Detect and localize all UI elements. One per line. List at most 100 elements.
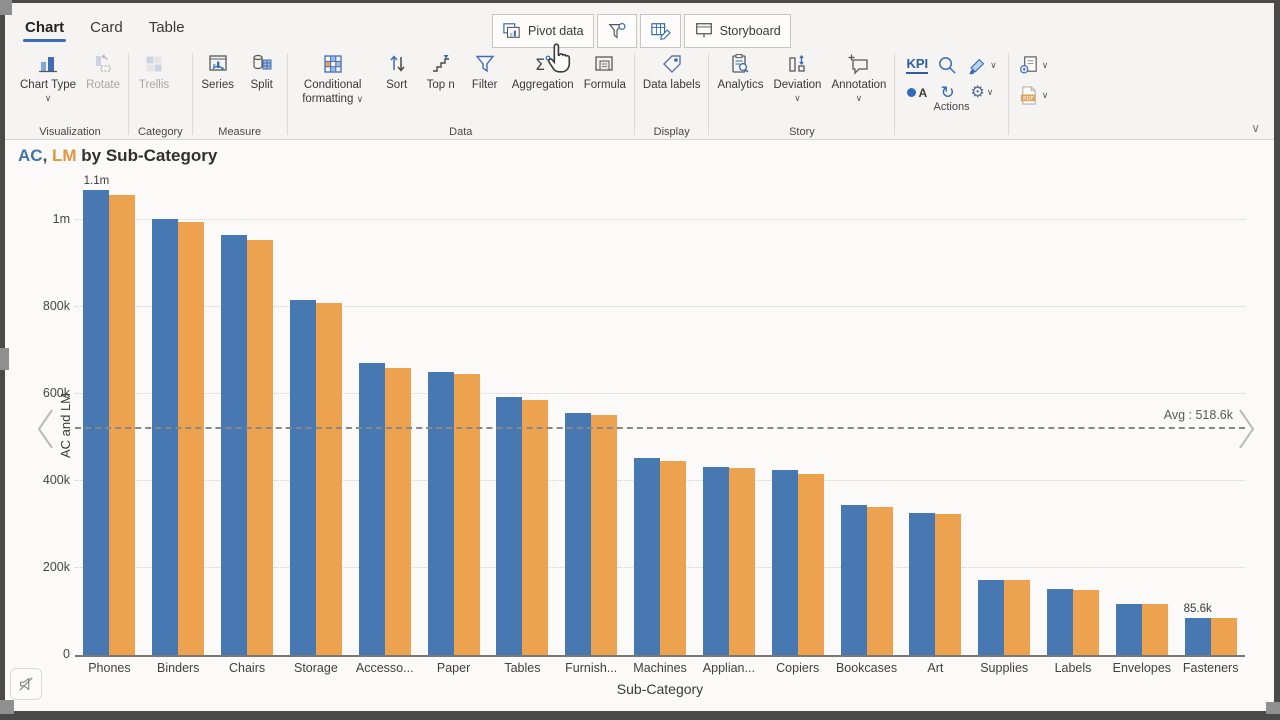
pivot-data-label: Pivot data <box>528 24 584 38</box>
x-axis-label: Copiers <box>763 661 832 675</box>
chevron-down-icon: ∨ <box>990 60 997 71</box>
chart-type-icon <box>37 52 59 76</box>
resize-handle-top-left[interactable] <box>0 0 12 15</box>
table-edit-icon <box>650 21 671 41</box>
settings-button[interactable]: ⚙ ∨ <box>970 85 993 101</box>
bar-lm-furnish[interactable] <box>591 415 617 655</box>
pivot-data-button[interactable]: Pivot data <box>492 14 594 48</box>
x-axis-labels: PhonesBindersChairsStorageAccesso...Pape… <box>75 661 1245 675</box>
bar-ac-binders[interactable] <box>152 219 178 655</box>
resize-handle-bottom-right[interactable] <box>1266 702 1280 714</box>
average-line-left-arrow[interactable] <box>34 406 56 452</box>
tab-table[interactable]: Table <box>147 17 187 42</box>
bar-ac-supplies[interactable] <box>978 580 1004 655</box>
aggregation-button[interactable]: Σ Aggregation <box>507 47 579 93</box>
formula-button[interactable]: Formula <box>579 47 631 93</box>
bar-lm-applian[interactable] <box>729 468 755 655</box>
bar-ac-phones[interactable] <box>83 190 109 655</box>
analytics-label: Analytics <box>717 79 763 93</box>
filter-label: Filter <box>472 79 498 93</box>
tab-chart[interactable]: Chart <box>23 17 66 42</box>
ribbon-collapse-chevron[interactable]: ∨ <box>1251 121 1260 135</box>
top-n-button[interactable]: Top n <box>419 47 463 93</box>
average-line[interactable] <box>75 427 1245 429</box>
bar-ac-labels[interactable] <box>1047 589 1073 655</box>
resize-handle-bottom-left[interactable] <box>0 700 14 714</box>
group-label-actions: Actions <box>898 101 1004 118</box>
bar-ac-storage[interactable] <box>290 300 316 655</box>
x-axis-label: Applian... <box>694 661 763 675</box>
pdf-label: PDF <box>1023 96 1033 102</box>
split-icon <box>251 52 273 76</box>
bar-ac-tables[interactable] <box>496 397 522 655</box>
bar-lm-art[interactable] <box>935 514 961 655</box>
chevron-down-icon: ∨ <box>794 94 801 103</box>
bar-group <box>901 180 970 655</box>
chart-type-button[interactable]: Chart Type ∨ <box>15 47 81 103</box>
bar-lm-tables[interactable] <box>522 400 548 655</box>
rotate-button[interactable]: Rotate <box>81 47 125 93</box>
tab-card[interactable]: Card <box>88 17 125 42</box>
y-tick-label: 0 <box>63 647 70 661</box>
y-tick-label: 400k <box>43 473 70 487</box>
edit-data-button[interactable] <box>640 14 681 48</box>
average-line-right-arrow[interactable] <box>1236 406 1258 452</box>
series-button[interactable]: Series <box>196 47 240 93</box>
refresh-button[interactable]: ↻ <box>940 84 954 101</box>
plot-area: 1.1m85.6k Avg : 518.6k <box>75 180 1245 657</box>
storyboard-button[interactable]: Storyboard <box>684 14 791 48</box>
bar-ac-chairs[interactable] <box>221 235 247 655</box>
resize-handle-mid-left[interactable] <box>0 348 9 370</box>
bar-group <box>763 180 832 655</box>
sort-button[interactable]: Sort <box>375 47 419 93</box>
labeling-button[interactable]: A <box>907 86 927 100</box>
ribbon: Chart Card Table Pivot data <box>5 3 1274 140</box>
export-column: ∨ PDF ∨ <box>1012 47 1053 143</box>
bar-ac-accesso[interactable] <box>359 363 385 655</box>
deviation-button[interactable]: Deviation ∨ <box>768 47 826 103</box>
title-series-ac: AC <box>18 146 43 165</box>
bar-lm-binders[interactable] <box>178 222 204 655</box>
bar-lm-copiers[interactable] <box>798 474 824 655</box>
slicer-button[interactable] <box>597 14 637 48</box>
export-pdf-button[interactable]: PDF ∨ <box>1018 85 1049 106</box>
bar-lm-machines[interactable] <box>660 461 686 655</box>
bar-lm-envelopes[interactable] <box>1142 604 1168 655</box>
bar-ac-machines[interactable] <box>634 458 660 655</box>
bar-lm-chairs[interactable] <box>247 240 273 655</box>
bar-lm-storage[interactable] <box>316 303 342 655</box>
group-visualization: Chart Type ∨ Rotate Visualization <box>15 47 125 143</box>
alerts-muted-button[interactable] <box>10 668 42 700</box>
bar-ac-copiers[interactable] <box>772 470 798 655</box>
conditional-formatting-button[interactable]: Conditional formatting ∨ <box>291 47 375 106</box>
filter-button[interactable]: Filter <box>463 47 507 93</box>
bar-ac-fasteners[interactable] <box>1185 618 1211 655</box>
bar-lm-labels[interactable] <box>1073 590 1099 655</box>
split-button[interactable]: Split <box>240 47 284 93</box>
annotation-button[interactable]: Annotation ∨ <box>826 47 891 103</box>
data-labels-button[interactable]: Data labels <box>638 47 706 93</box>
bar-lm-accesso[interactable] <box>385 368 411 655</box>
bar-lm-fasteners[interactable] <box>1211 618 1237 655</box>
trellis-button[interactable]: Trellis <box>132 47 176 93</box>
export-settings-button[interactable]: ∨ <box>1018 55 1049 76</box>
analytics-button[interactable]: Analytics <box>712 47 768 93</box>
formula-icon <box>593 52 617 76</box>
bar-ac-paper[interactable] <box>428 372 454 655</box>
bar-lm-bookcases[interactable] <box>867 507 893 655</box>
bar-lm-supplies[interactable] <box>1004 580 1030 655</box>
bar-ac-bookcases[interactable] <box>841 505 867 655</box>
bar-ac-art[interactable] <box>909 513 935 655</box>
format-painter-button[interactable]: ∨ <box>967 56 997 76</box>
kpi-button[interactable]: KPI <box>906 57 928 73</box>
bar-lm-paper[interactable] <box>454 374 480 655</box>
bar-lm-phones[interactable] <box>109 195 135 655</box>
group-label-visualization: Visualization <box>15 126 125 143</box>
bar-ac-applian[interactable] <box>703 467 729 655</box>
bar-ac-furnish[interactable] <box>565 413 591 655</box>
group-separator <box>287 53 288 135</box>
bar-group <box>419 180 488 655</box>
zoom-button[interactable] <box>937 55 958 76</box>
bar-ac-envelopes[interactable] <box>1116 604 1142 655</box>
x-axis-label: Phones <box>75 661 144 675</box>
